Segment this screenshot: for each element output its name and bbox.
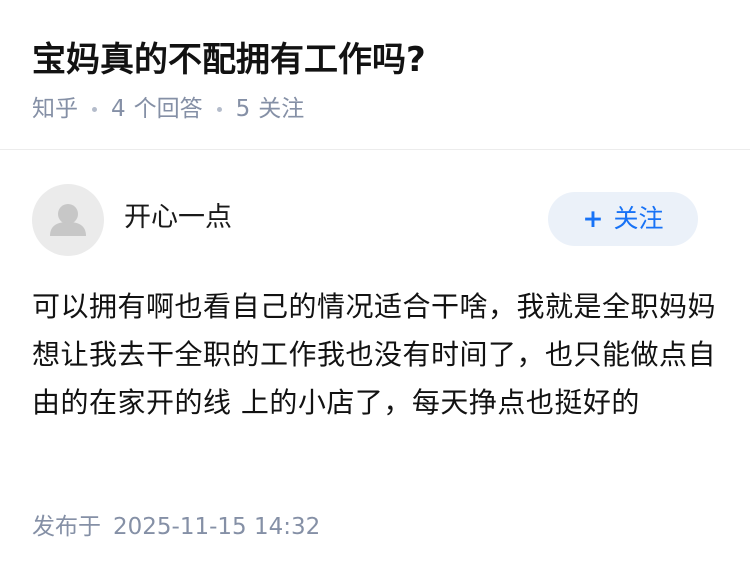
author-row: 开心一点 + 关注 xyxy=(32,184,718,256)
publish-timestamp: 2025-11-15 14:32 xyxy=(113,514,321,540)
separator-dot xyxy=(216,106,222,112)
follow-button-label: 关注 xyxy=(613,204,664,233)
follow-count[interactable]: 5 xyxy=(236,92,251,126)
publish-time: 发布于 2025-11-15 14:32 xyxy=(32,510,320,544)
publish-label: 发布于 xyxy=(32,514,101,540)
separator-dot xyxy=(92,106,97,112)
avatar[interactable] xyxy=(32,184,104,256)
question-title[interactable]: 宝妈真的不配拥有工作吗? xyxy=(32,36,426,84)
source-label[interactable]: 知乎 xyxy=(32,92,78,126)
question-meta: 知乎 4 个回答 5 关注 xyxy=(32,92,304,126)
question-header: 宝妈真的不配拥有工作吗? 知乎 4 个回答 5 关注 xyxy=(0,0,750,150)
answer-count[interactable]: 4 xyxy=(111,92,126,126)
follow-author-button[interactable]: + 关注 xyxy=(548,192,698,246)
default-user-avatar-icon xyxy=(50,204,86,236)
follow-count-label[interactable]: 关注 xyxy=(258,92,304,126)
plus-icon: + xyxy=(582,204,604,233)
answer-count-label[interactable]: 个回答 xyxy=(134,92,203,126)
answer-text: 可以拥有啊也看自己的情况适合干啥，我就是全职妈妈想让我去干全职的工作我也没有时间… xyxy=(32,290,717,419)
author-name[interactable]: 开心一点 xyxy=(124,198,232,238)
answer-content: 可以拥有啊也看自己的情况适合干啥，我就是全职妈妈想让我去干全职的工作我也没有时间… xyxy=(32,283,718,427)
